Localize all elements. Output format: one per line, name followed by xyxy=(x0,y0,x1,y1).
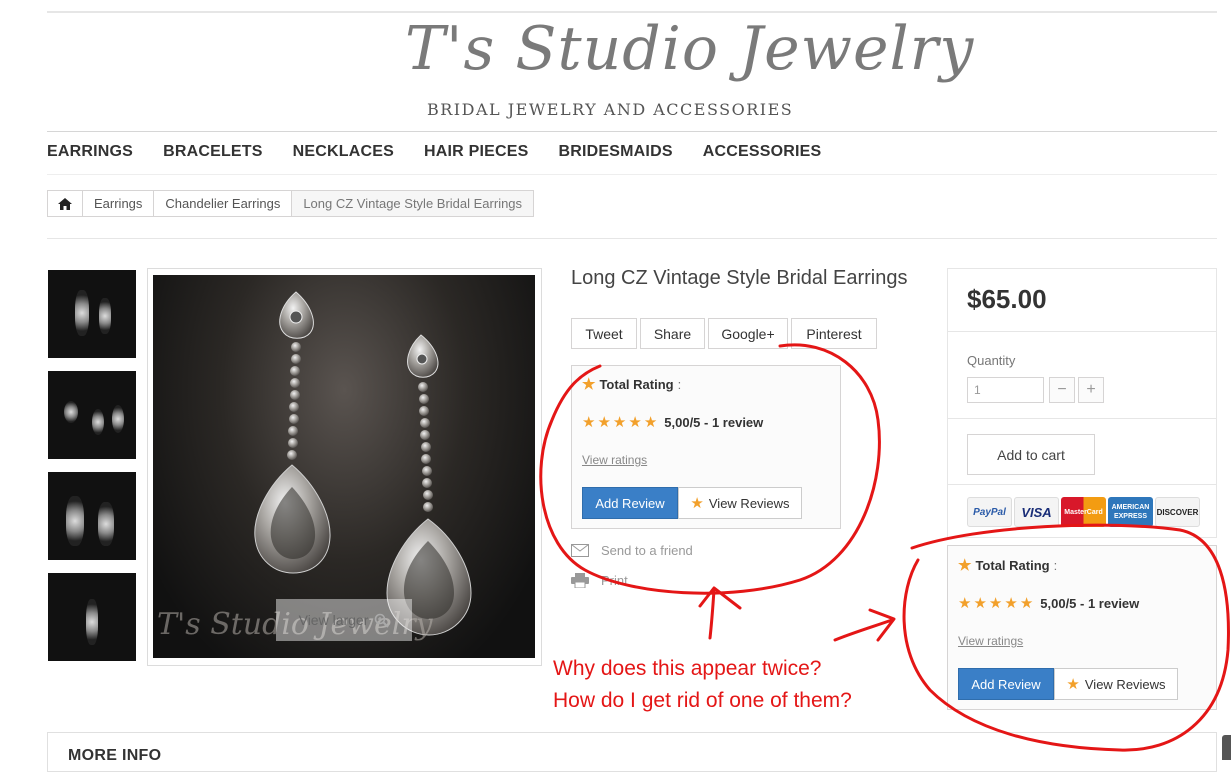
star-icon: ★ xyxy=(973,595,987,612)
add-to-cart-button[interactable]: Add to cart xyxy=(967,434,1095,475)
print-link[interactable]: Print xyxy=(571,573,628,588)
quantity-label: Quantity xyxy=(967,353,1016,368)
nav-item-hair-pieces[interactable]: HAIR PIECES xyxy=(424,143,528,161)
breadcrumb-home[interactable] xyxy=(48,191,83,216)
logo-title[interactable]: T's Studio Jewelry xyxy=(405,14,973,84)
tweet-button[interactable]: Tweet xyxy=(571,318,637,349)
view-larger-button[interactable]: View larger xyxy=(276,599,412,641)
nav-item-earrings[interactable]: EARRINGS xyxy=(47,143,133,161)
more-info-section: MORE INFO xyxy=(47,732,1217,772)
thumbnail-4[interactable] xyxy=(48,573,136,661)
amex-logo: AMERICAN EXPRESS xyxy=(1108,497,1153,527)
rating-title-colon: : xyxy=(1053,558,1058,573)
rating-title-center: ★ Total Rating: xyxy=(582,377,681,392)
star-icon: ★ xyxy=(1066,675,1080,693)
payment-logos: PayPal VISA MasterCard AMERICAN EXPRESS … xyxy=(967,497,1200,527)
nav-item-bridesmaids[interactable]: BRIDESMAIDS xyxy=(558,143,672,161)
send-to-friend-link[interactable]: Send to a friend xyxy=(571,543,693,558)
view-larger-label: View larger xyxy=(298,612,369,628)
rating-stars-right: ★ ★ ★ ★ ★ 5,00/5 - 1 review xyxy=(958,596,1139,611)
view-reviews-button[interactable]: ★ View Reviews xyxy=(1054,668,1178,700)
rating-score: 5,00/5 - 1 review xyxy=(1040,596,1140,611)
quantity-plus-button[interactable]: + xyxy=(1078,377,1104,403)
star-icon: ★ xyxy=(582,376,596,393)
breadcrumb-earrings[interactable]: Earrings xyxy=(83,191,155,216)
paypal-logo: PayPal xyxy=(967,497,1012,527)
main-nav: EARRINGS BRACELETS NECKLACES HAIR PIECES… xyxy=(47,143,821,161)
nav-bottom-rule xyxy=(47,174,1217,175)
add-review-button[interactable]: Add Review xyxy=(958,668,1054,700)
nav-item-necklaces[interactable]: NECKLACES xyxy=(293,143,394,161)
zoom-icon xyxy=(375,613,390,628)
star-icon: ★ xyxy=(690,494,704,512)
breadcrumb: Earrings Chandelier Earrings Long CZ Vin… xyxy=(47,190,535,217)
view-reviews-label: View Reviews xyxy=(1084,676,1166,692)
breadcrumb-rule xyxy=(47,238,1217,239)
buy-box-divider xyxy=(948,331,1216,332)
rating-title-text: Total Rating xyxy=(599,377,674,392)
star-icon: ★ xyxy=(628,414,642,431)
rating-title-right: ★ Total Rating: xyxy=(958,558,1057,573)
star-icon: ★ xyxy=(1019,595,1034,612)
mastercard-logo: MasterCard xyxy=(1061,497,1106,527)
google-plus-button[interactable]: Google+ xyxy=(708,318,788,349)
view-ratings-link[interactable]: View ratings xyxy=(582,453,647,467)
star-icon: ★ xyxy=(597,414,611,431)
visa-logo: VISA xyxy=(1014,497,1059,527)
facebook-share-button[interactable]: Share xyxy=(640,318,705,349)
add-review-button[interactable]: Add Review xyxy=(582,487,678,519)
nav-item-bracelets[interactable]: BRACELETS xyxy=(163,143,263,161)
star-icon: ★ xyxy=(958,595,972,612)
nav-item-accessories[interactable]: ACCESSORIES xyxy=(703,143,822,161)
thumbnail-1[interactable] xyxy=(48,270,136,358)
product-price: $65.00 xyxy=(967,284,1047,314)
pinterest-button[interactable]: Pinterest xyxy=(791,318,877,349)
nav-top-rule xyxy=(47,131,1217,132)
rating-title-text: Total Rating xyxy=(975,558,1050,573)
envelope-icon xyxy=(571,544,589,557)
more-info-heading: MORE INFO xyxy=(68,747,162,764)
rating-title-colon: : xyxy=(677,377,682,392)
annotation-question-1: Why does this appear twice? xyxy=(553,657,822,680)
breadcrumb-current: Long CZ Vintage Style Bridal Earrings xyxy=(292,191,534,216)
thumbnail-2[interactable] xyxy=(48,371,136,459)
star-icon: ★ xyxy=(643,414,658,431)
view-reviews-button[interactable]: ★ View Reviews xyxy=(678,487,802,519)
star-icon: ★ xyxy=(1004,595,1018,612)
thumbnail-3[interactable] xyxy=(48,472,136,560)
header-top-rule xyxy=(47,11,1217,13)
home-icon xyxy=(58,197,72,210)
star-icon: ★ xyxy=(988,595,1003,612)
product-title: Long CZ Vintage Style Bridal Earrings xyxy=(571,267,908,289)
rating-score: 5,00/5 - 1 review xyxy=(664,415,764,430)
quantity-input[interactable]: 1 xyxy=(967,377,1044,403)
view-ratings-link[interactable]: View ratings xyxy=(958,634,1023,648)
buy-box-divider xyxy=(948,484,1216,485)
print-label: Print xyxy=(601,573,628,588)
quantity-minus-button[interactable]: − xyxy=(1049,377,1075,403)
annotation-question-2: How do I get rid of one of them? xyxy=(553,689,852,712)
send-to-friend-label: Send to a friend xyxy=(601,543,693,558)
star-icon: ★ xyxy=(582,414,596,431)
printer-icon xyxy=(571,573,589,588)
scrollbar-thumb[interactable] xyxy=(1222,735,1231,760)
view-reviews-label: View Reviews xyxy=(708,495,790,511)
breadcrumb-chandelier-earrings[interactable]: Chandelier Earrings xyxy=(154,191,293,216)
rating-stars-center: ★ ★ ★ ★ ★ 5,00/5 - 1 review xyxy=(582,415,763,430)
logo-tagline: BRIDAL JEWELRY AND ACCESSORIES xyxy=(427,100,794,119)
star-icon: ★ xyxy=(612,414,627,431)
discover-logo: DISCOVER xyxy=(1155,497,1200,527)
buy-box-divider xyxy=(948,418,1216,419)
star-icon: ★ xyxy=(958,557,972,574)
